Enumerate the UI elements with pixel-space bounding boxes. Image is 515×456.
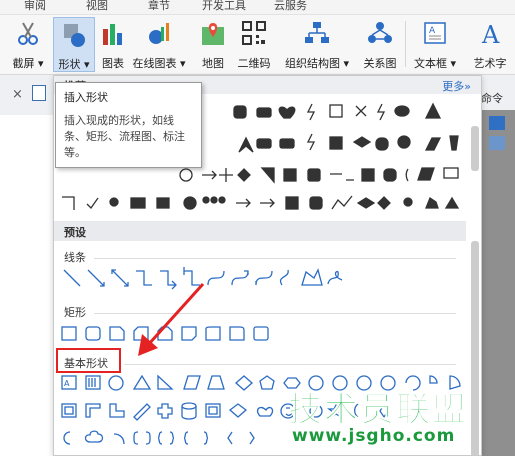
watermark: 技术员联盟 www.jsgho.com bbox=[288, 382, 468, 447]
watermark-url: www.jsgho.com bbox=[292, 426, 456, 446]
watermark-logo: 技术员联盟 bbox=[288, 390, 468, 431]
